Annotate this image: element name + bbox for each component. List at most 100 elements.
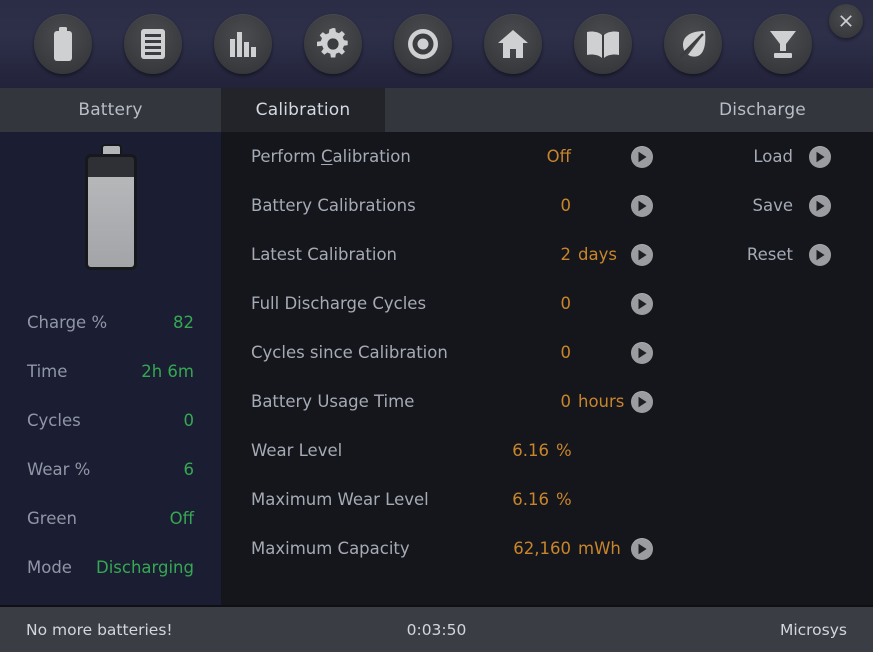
play-triangle-icon (816, 249, 825, 261)
battery-stat-label: Mode (27, 558, 72, 577)
action-label-reset: Reset (746, 245, 793, 264)
toolbar-button-gear[interactable] (304, 14, 362, 74)
play-triangle-icon (638, 151, 647, 163)
battery-stat-label: Time (27, 362, 68, 381)
toolbar-button-target[interactable] (394, 14, 452, 74)
battery-stat-value: Off (169, 509, 194, 528)
calibration-row-action-button[interactable] (631, 146, 653, 168)
calibration-row-value: 0 (560, 343, 572, 362)
battery-stat-row: Green Off (0, 494, 221, 543)
action-row: Load (707, 132, 873, 181)
calibration-row-action-button[interactable] (631, 195, 653, 217)
play-triangle-icon (638, 200, 647, 212)
tab-discharge[interactable]: Discharge (652, 88, 873, 132)
battery-stat-row: Time 2h 6m (0, 347, 221, 396)
calibration-row: Full Discharge Cycles 0 (221, 279, 695, 328)
calibration-row: Wear Level 6.16% (221, 426, 695, 475)
tab-calibration-label: Calibration (255, 100, 351, 120)
battery-stat-value: 82 (173, 313, 194, 332)
toolbar-button-group (0, 0, 873, 88)
calibration-row-value: 6.16 (512, 490, 549, 509)
action-button-load[interactable] (809, 146, 831, 168)
calibration-row-label: Latest Calibration (251, 245, 398, 264)
battery-stat-list: Charge % 82 Time 2h 6m Cycles 0 Wear % 6 Green Of… (0, 298, 221, 592)
calibration-row-value: 62,160 (513, 539, 571, 558)
calibration-row-label: Maximum Capacity (251, 539, 410, 558)
battery-stat-value: 2h 6m (141, 362, 194, 381)
calibration-row-accel-key: C (321, 147, 333, 166)
tab-discharge-label: Discharge (719, 100, 806, 120)
calibration-row-action-button[interactable] (631, 293, 653, 315)
battery-stat-value: Discharging (95, 558, 194, 577)
tab-battery-label: Battery (78, 100, 143, 120)
calibration-row-unit: hours (578, 392, 625, 411)
book-icon (586, 30, 620, 58)
calibration-row-unit: % (556, 441, 572, 460)
calibration-row-value: 2 (560, 245, 572, 264)
action-button-save[interactable] (809, 195, 831, 217)
calibration-row-label: Battery Usage Time (251, 392, 415, 411)
battery-sidebar: Charge % 82 Time 2h 6m Cycles 0 Wear % 6 Green Of… (0, 132, 221, 605)
toolbar-button-leaf[interactable] (664, 14, 722, 74)
bar-chart-icon (228, 29, 258, 59)
leaf-icon (677, 28, 709, 60)
home-icon (497, 29, 529, 59)
battery-stat-value: 6 (183, 460, 195, 479)
funnel-icon (768, 29, 798, 59)
calibration-row-label: Perform Calibration (251, 147, 411, 166)
application-window: Battery Calibration Discharge Charge % 82… (0, 0, 873, 652)
battery-stat-value: 0 (183, 411, 195, 430)
calibration-row-unit: days (578, 245, 617, 264)
status-timer: 0:03:50 (406, 620, 467, 639)
toolbar-button-home[interactable] (484, 14, 542, 74)
toolbar-button-list[interactable] (124, 14, 182, 74)
calibration-row-label: Cycles since Calibration (251, 343, 448, 362)
battery-gauge-graphic (84, 146, 137, 270)
tab-bar: Battery Calibration Discharge (0, 88, 873, 132)
toolbar-button-book[interactable] (574, 14, 632, 74)
battery-stat-row: Charge % 82 (0, 298, 221, 347)
calibration-row-value: 6.16 (512, 441, 549, 460)
calibration-row-label: Full Discharge Cycles (251, 294, 427, 313)
status-vendor: Microsys (779, 620, 847, 639)
battery-icon (50, 27, 76, 61)
play-triangle-icon (638, 347, 647, 359)
calibration-row: Latest Calibration 2 days (221, 230, 695, 279)
toolbar (0, 0, 873, 88)
calibration-row-value: 0 (560, 294, 572, 313)
battery-stat-row: Wear % 6 (0, 445, 221, 494)
play-triangle-icon (638, 298, 647, 310)
tab-battery[interactable]: Battery (0, 88, 221, 132)
calibration-row-label-suffix: alibration (332, 147, 411, 166)
battery-gauge (0, 146, 221, 270)
battery-stat-label: Charge % (27, 313, 108, 332)
toolbar-button-funnel[interactable] (754, 14, 812, 74)
action-button-reset[interactable] (809, 244, 831, 266)
battery-gauge-fill (87, 176, 134, 267)
calibration-row-unit: mWh (578, 539, 621, 558)
tab-calibration[interactable]: Calibration (221, 88, 385, 132)
action-row: Save (707, 181, 873, 230)
calibration-settings-list: Perform Calibration Off Battery Calibratio… (221, 132, 695, 573)
action-row: Reset (707, 230, 873, 279)
calibration-row-value: 0 (560, 392, 572, 411)
toolbar-button-bar-chart[interactable] (214, 14, 272, 74)
calibration-panel: Perform Calibration Off Battery Calibratio… (221, 132, 873, 605)
action-label-save: Save (752, 196, 793, 215)
battery-stat-row: Cycles 0 (0, 396, 221, 445)
calibration-row-action-button[interactable] (631, 391, 653, 413)
battery-stat-label: Cycles (27, 411, 81, 430)
close-button[interactable] (829, 4, 863, 38)
toolbar-button-battery[interactable] (34, 14, 92, 74)
calibration-row-label: Maximum Wear Level (251, 490, 429, 509)
calibration-row-unit: % (556, 490, 572, 509)
list-icon (139, 28, 167, 60)
calibration-row: Perform Calibration Off (221, 132, 695, 181)
calibration-row-action-button[interactable] (631, 244, 653, 266)
close-icon (840, 15, 852, 27)
calibration-row-action-button[interactable] (631, 342, 653, 364)
play-triangle-icon (816, 200, 825, 212)
calibration-row-action-button[interactable] (631, 538, 653, 560)
play-triangle-icon (638, 249, 647, 261)
tab-bar-spacer (385, 88, 652, 132)
